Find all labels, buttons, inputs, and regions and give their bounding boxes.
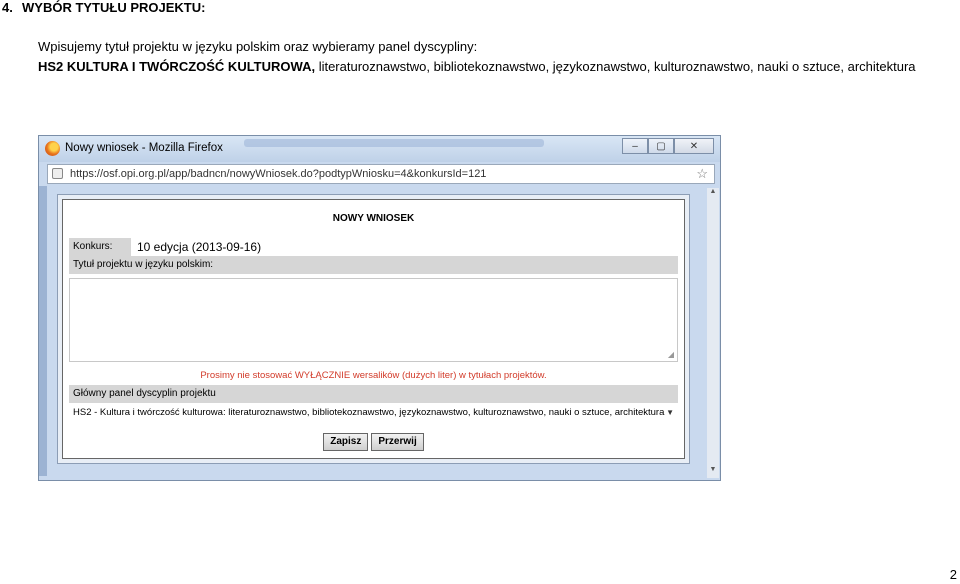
- star-icon[interactable]: ☆: [696, 166, 708, 182]
- resize-grip-icon[interactable]: ◢: [668, 350, 674, 359]
- maximize-button[interactable]: ▢: [648, 138, 674, 154]
- section-number: 4.: [2, 0, 13, 15]
- panel-description: HS2 KULTURA I TWÓRCZOŚĆ KULTUROWA, liter…: [38, 59, 916, 74]
- konkurs-label: Konkurs:: [69, 238, 131, 256]
- scroll-down-icon[interactable]: ▼: [707, 466, 719, 478]
- save-button[interactable]: Zapisz: [323, 433, 369, 451]
- discipline-panel-select[interactable]: HS2 - Kultura i twórczość kulturowa: lit…: [69, 404, 678, 421]
- scroll-up-icon[interactable]: ▲: [707, 188, 719, 200]
- background-window-strip: [244, 139, 544, 147]
- close-button[interactable]: ✕: [674, 138, 714, 154]
- project-title-input[interactable]: ◢: [69, 278, 678, 362]
- section-title: WYBÓR TYTUŁU PROJEKTU:: [22, 0, 206, 15]
- new-application-dialog: NOWY WNIOSEK Konkurs: 10 edycja (2013-09…: [62, 199, 685, 459]
- panel-code: HS2 KULTURA I TWÓRCZOŚĆ KULTUROWA,: [38, 59, 316, 74]
- intro-text: Wpisujemy tytuł projektu w języku polski…: [38, 39, 478, 54]
- project-title-label: Tytuł projektu w języku polskim:: [69, 256, 678, 274]
- background-page-strip: [39, 186, 47, 476]
- window-titlebar: Nowy wniosek - Mozilla Firefox – ▢ ✕: [39, 136, 720, 162]
- cancel-button[interactable]: Przerwij: [371, 433, 424, 451]
- dialog-title: NOWY WNIOSEK: [332, 213, 415, 224]
- url-text[interactable]: https://osf.opi.org.pl/app/badncn/nowyWn…: [70, 168, 486, 180]
- panel-disciplines: literaturoznawstwo, bibliotekoznawstwo, …: [315, 59, 916, 74]
- uppercase-warning: Prosimy nie stosować WYŁĄCZNIE wersalikó…: [200, 370, 547, 381]
- minimize-button[interactable]: –: [622, 138, 648, 154]
- discipline-panel-label: Główny panel dyscyplin projektu: [69, 385, 678, 403]
- form-actions: Zapisz Przerwij: [63, 433, 684, 451]
- window-title: Nowy wniosek - Mozilla Firefox: [65, 142, 223, 154]
- triangle-down-icon[interactable]: ▼: [666, 404, 674, 421]
- konkurs-value: 10 edycja (2013-09-16): [137, 240, 262, 254]
- section-heading: 4. WYBÓR TYTUŁU PROJEKTU:: [2, 0, 205, 15]
- vertical-scrollbar[interactable]: ▲ ▼: [707, 188, 719, 478]
- discipline-panel-selected[interactable]: HS2 - Kultura i twórczość kulturowa: lit…: [73, 407, 664, 418]
- dialog-frame: NOWY WNIOSEK Konkurs: 10 edycja (2013-09…: [57, 194, 690, 464]
- browser-screenshot: Nowy wniosek - Mozilla Firefox – ▢ ✕ htt…: [38, 135, 721, 481]
- firefox-icon: [45, 141, 60, 156]
- page-number: 2: [949, 567, 957, 582]
- window-controls: – ▢ ✕: [622, 138, 714, 154]
- address-bar[interactable]: https://osf.opi.org.pl/app/badncn/nowyWn…: [47, 164, 715, 184]
- site-identity-icon[interactable]: [52, 168, 63, 179]
